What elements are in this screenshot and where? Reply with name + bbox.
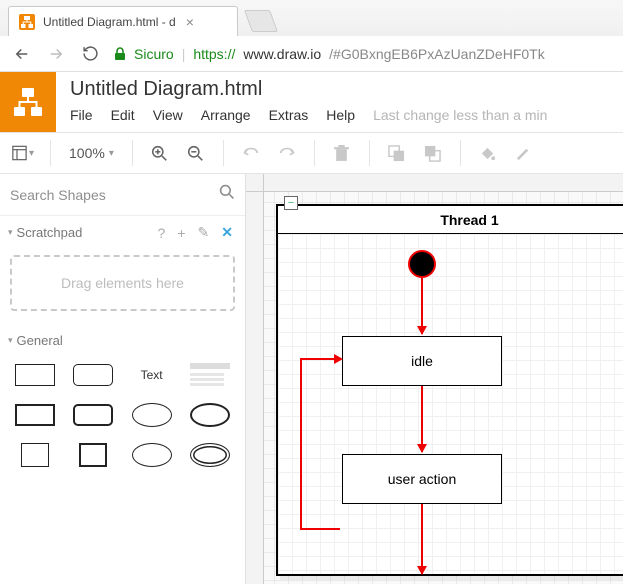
drawio-favicon bbox=[19, 14, 35, 30]
scratchpad-add-icon[interactable]: + bbox=[173, 225, 189, 241]
secure-label: Sicuro bbox=[134, 46, 174, 62]
initial-state-node[interactable] bbox=[408, 250, 436, 278]
state-idle[interactable]: idle bbox=[342, 336, 502, 386]
edge-start-to-idle[interactable] bbox=[421, 278, 423, 334]
scratchpad-edit-icon[interactable]: ✎ bbox=[194, 224, 214, 241]
menu-view[interactable]: View bbox=[153, 107, 183, 123]
tab-title: Untitled Diagram.html - d bbox=[43, 15, 176, 29]
tab-strip: Untitled Diagram.html - d × bbox=[0, 0, 623, 36]
edge-idle-to-useraction[interactable] bbox=[421, 386, 423, 452]
shape-square-bold[interactable] bbox=[68, 440, 118, 470]
caret-down-icon: ▾ bbox=[109, 148, 114, 159]
back-button[interactable] bbox=[12, 44, 32, 64]
shape-rounded-rectangle[interactable] bbox=[68, 360, 118, 390]
shape-rectangle[interactable] bbox=[10, 360, 60, 390]
url-path: /#G0BxngEB6PxAzUanZDeHF0Tk bbox=[329, 46, 545, 62]
menu-edit[interactable]: Edit bbox=[111, 107, 135, 123]
addr-separator: | bbox=[182, 46, 186, 62]
browser-tab[interactable]: Untitled Diagram.html - d × bbox=[8, 6, 238, 36]
shape-ellipse[interactable] bbox=[127, 400, 177, 430]
swimlane-body[interactable]: idle user action bbox=[278, 234, 623, 574]
menu-help[interactable]: Help bbox=[326, 107, 355, 123]
toolbar-separator bbox=[314, 140, 315, 166]
fill-color-button[interactable] bbox=[473, 138, 503, 168]
toolbar-separator bbox=[50, 140, 51, 166]
save-status: Last change less than a min bbox=[373, 107, 547, 123]
state-user-action[interactable]: user action bbox=[342, 454, 502, 504]
app-header: Untitled Diagram.html File Edit View Arr… bbox=[0, 72, 623, 132]
browser-chrome: Untitled Diagram.html - d × Sicuro | htt… bbox=[0, 0, 623, 72]
workspace: ▾ Scratchpad ? + ✎ ✕ Drag elements here … bbox=[0, 174, 623, 584]
caret-down-icon: ▾ bbox=[29, 148, 34, 159]
search-row bbox=[0, 174, 245, 216]
caret-down-icon: ▾ bbox=[8, 335, 13, 346]
toolbar: ▾ 100% ▾ bbox=[0, 132, 623, 174]
general-label: General bbox=[17, 333, 63, 348]
shape-ellipse-double[interactable] bbox=[185, 440, 235, 470]
zoom-in-button[interactable] bbox=[145, 138, 175, 168]
to-front-button[interactable] bbox=[382, 138, 412, 168]
toolbar-separator bbox=[369, 140, 370, 166]
toolbar-separator bbox=[460, 140, 461, 166]
ruler-horizontal bbox=[246, 174, 623, 192]
app-logo[interactable] bbox=[0, 72, 56, 132]
shape-text[interactable]: Text bbox=[127, 360, 177, 390]
toolbar-separator bbox=[223, 140, 224, 166]
delete-button[interactable] bbox=[327, 138, 357, 168]
menu-extras[interactable]: Extras bbox=[269, 107, 309, 123]
forward-button[interactable] bbox=[46, 44, 66, 64]
search-icon[interactable] bbox=[219, 184, 235, 205]
zoom-dropdown[interactable]: 100% ▾ bbox=[63, 145, 120, 161]
caret-down-icon: ▾ bbox=[8, 227, 13, 238]
new-tab-button[interactable] bbox=[244, 10, 278, 32]
canvas[interactable]: − Thread 1 idle user action bbox=[246, 174, 623, 584]
swimlane-title-row: − Thread 1 bbox=[278, 206, 623, 234]
scratchpad-header[interactable]: ▾ Scratchpad ? + ✎ ✕ bbox=[0, 216, 245, 249]
ruler-corner bbox=[246, 174, 264, 192]
swimlane-title[interactable]: Thread 1 bbox=[278, 212, 623, 228]
shape-ellipse-bold[interactable] bbox=[185, 400, 235, 430]
shape-heading-block[interactable] bbox=[185, 360, 235, 390]
view-mode-button[interactable]: ▾ bbox=[8, 138, 38, 168]
ruler-vertical bbox=[246, 174, 264, 584]
url-host: www.draw.io bbox=[243, 46, 321, 62]
collapse-icon[interactable]: − bbox=[284, 196, 298, 210]
arrowhead-icon bbox=[334, 354, 343, 364]
zoom-out-button[interactable] bbox=[181, 138, 211, 168]
line-color-button[interactable] bbox=[509, 138, 539, 168]
reload-button[interactable] bbox=[80, 44, 100, 64]
scratchpad-label: Scratchpad bbox=[17, 225, 83, 240]
close-icon[interactable]: × bbox=[184, 14, 196, 30]
shape-rectangle-bold[interactable] bbox=[10, 400, 60, 430]
redo-button[interactable] bbox=[272, 138, 302, 168]
zoom-value: 100% bbox=[69, 145, 105, 161]
edge-loopback[interactable] bbox=[300, 360, 340, 530]
menu-file[interactable]: File bbox=[70, 107, 93, 123]
address-bar[interactable]: Sicuro | https:// www.draw.io /#G0BxngEB6P… bbox=[114, 41, 611, 67]
url-protocol: https:// bbox=[193, 46, 235, 62]
general-header[interactable]: ▾ General bbox=[0, 325, 245, 356]
swimlane-thread1[interactable]: − Thread 1 idle user action bbox=[276, 204, 623, 576]
menubar: File Edit View Arrange Extras Help Last … bbox=[70, 107, 613, 123]
shape-square[interactable] bbox=[10, 440, 60, 470]
address-bar-row: Sicuro | https:// www.draw.io /#G0BxngEB6P… bbox=[0, 36, 623, 72]
document-title[interactable]: Untitled Diagram.html bbox=[70, 78, 613, 101]
toolbar-separator bbox=[132, 140, 133, 166]
scratchpad-close-icon[interactable]: ✕ bbox=[217, 224, 237, 241]
shape-ellipse-2[interactable] bbox=[127, 440, 177, 470]
scratchpad-help[interactable]: ? bbox=[154, 225, 170, 241]
menu-arrange[interactable]: Arrange bbox=[201, 107, 251, 123]
scratchpad-dropzone[interactable]: Drag elements here bbox=[10, 255, 235, 311]
search-input[interactable] bbox=[10, 187, 219, 203]
edge-out-useraction[interactable] bbox=[421, 504, 423, 574]
undo-button[interactable] bbox=[236, 138, 266, 168]
dropzone-label: Drag elements here bbox=[61, 275, 184, 291]
lock-icon bbox=[114, 47, 126, 61]
to-back-button[interactable] bbox=[418, 138, 448, 168]
shape-rounded-rectangle-bold[interactable] bbox=[68, 400, 118, 430]
shape-palette: Text bbox=[0, 356, 245, 474]
shapes-panel: ▾ Scratchpad ? + ✎ ✕ Drag elements here … bbox=[0, 174, 246, 584]
